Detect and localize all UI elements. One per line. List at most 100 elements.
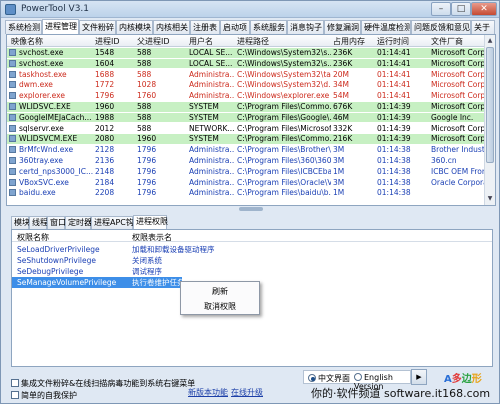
table-cell: 01:14:39 [377,134,411,144]
table-cell: 46M [333,112,350,122]
table-cell: Microsoft Corpor... [431,91,485,101]
subtab-privileges[interactable]: 进程权限 [133,215,168,230]
radio-icon[interactable] [354,373,362,381]
new-features-link[interactable]: 新版本功能 [188,387,228,398]
tab-kernel-modules[interactable]: 内核模块 [116,20,153,34]
list-item[interactable]: SeShutdownPrivilege 关闭系统 [12,255,212,266]
tab-services[interactable]: 系统服务 [250,20,287,34]
process-icon [9,146,16,154]
table-row[interactable]: svchost.exe 1604 588 LOCAL SE... C:\Windows\… [7,58,485,69]
table-cell: 01:14:38 [377,166,411,176]
checkbox-label: 简单的自我保护 [21,391,77,400]
table-row[interactable]: BrMfcWnd.exe 2128 1796 Administra... C:\Prog… [7,145,485,155]
column-header[interactable]: 映像名称 [11,36,43,47]
table-row[interactable]: baidu.exe 2208 1796 Administra... C:\Program… [7,188,485,198]
table-row[interactable]: VBoxSVC.exe 2184 1796 Administra... C:\Progr… [7,177,485,188]
scroll-down-icon[interactable]: ▼ [485,193,495,204]
table-cell: 360.cn [431,156,457,165]
subtab-windows[interactable]: 窗口 [47,216,66,229]
table-cell: C:\Program Files\360\360... [237,156,331,165]
table-cell: C:\Program Files\baidu\b... [237,188,331,198]
maximize-button[interactable]: □ [451,2,471,16]
table-row[interactable]: certd_nps3000_IC... 2148 1796 Administra...… [7,166,485,177]
privilege-description: 执行卷维护任务 [132,278,185,287]
list-item[interactable]: SeDebugPrivilege 调试程序 [12,266,212,277]
radio-icon[interactable] [308,374,316,382]
table-row[interactable]: WLIDSVC.EXE 1960 588 SYSTEM C:\Program Files… [7,102,485,112]
table-cell: 01:14:38 [377,145,411,155]
column-header[interactable]: 用户名 [189,36,213,47]
list-item[interactable]: SeManageVolumePrivilege 执行卷维护任务 [12,277,185,288]
tab-fix-vulnerabilities[interactable]: 修复漏洞 [324,20,361,34]
privilege-description: 关闭系统 [132,256,162,265]
table-cell: 1796 [95,91,115,101]
table-cell: Microsoft Corpor... [431,58,485,68]
site-logo: A多边形 [444,374,482,385]
table-row[interactable]: WLIDSVCM.EXE 2080 1960 SYSTEM C:\Program Fil… [7,134,485,144]
column-header[interactable]: 权限表示名 [132,232,172,243]
column-header[interactable]: 文件厂商 [431,36,463,47]
table-cell: 3M [333,177,345,187]
checkbox-icon[interactable] [11,391,19,399]
scroll-up-icon[interactable]: ▲ [485,35,495,46]
tab-system-check[interactable]: 系统检测 [5,20,42,34]
chinese-radio[interactable]: 中文界面 [308,373,350,384]
tab-message-hooks[interactable]: 消息钩子 [287,20,324,34]
table-row[interactable]: sqlservr.exe 2012 588 NETWORK... C:\Program … [7,123,485,134]
tab-startup[interactable]: 启动项 [220,20,250,34]
tab-hardware-temp[interactable]: 硬件温度检测 [361,20,411,34]
table-cell: 2080 [95,134,115,144]
process-icon [9,70,16,78]
table-row[interactable]: GoogleIMEJaCach... 1988 588 SYSTEM C:\Progra… [7,112,485,123]
tab-about[interactable]: 关于 [471,20,495,34]
table-cell: 01:14:38 [377,177,411,187]
column-header[interactable]: 运行时间 [377,36,409,47]
self-protection-checkbox[interactable]: 简单的自我保护 [11,390,77,401]
table-cell: 1960 [95,102,115,111]
table-cell: 588 [137,69,152,79]
checkbox-icon[interactable] [11,379,19,387]
tab-file-shredder[interactable]: 文件粉碎 [79,20,116,34]
menu-item-refresh[interactable]: 刷新 [181,285,259,298]
tab-feedback[interactable]: 问题反馈和意见箱 [411,20,471,34]
process-icon [9,59,16,67]
column-header[interactable]: 进程路径 [237,36,269,47]
table-cell: Microsoft Corpor... [431,134,485,144]
integrate-context-menu-checkbox[interactable]: 集成文件粉碎&在线扫描病毒功能到系统右键菜单 [11,378,195,389]
subtab-apc-hooks[interactable]: 进程APC钩子 [91,216,142,229]
column-header[interactable]: 父进程ID [137,36,170,47]
table-cell: Administra... [189,177,235,187]
table-cell: C:\Windows\explorer.exe [237,91,330,101]
column-header[interactable]: 进程ID [95,36,120,47]
column-header[interactable]: 占用内存 [333,36,365,47]
menu-item-revoke-privilege[interactable]: 取消权限 [181,300,259,313]
process-icon [9,92,16,100]
window-title: PowerTool V3.1 [21,4,90,14]
list-item[interactable]: SeLoadDriverPrivilege 加载和卸载设备驱动程序 [12,244,215,255]
tab-registry[interactable]: 注册表 [190,20,220,34]
column-header[interactable]: 权限名称 [17,232,49,243]
table-row[interactable]: explorer.exe 1796 1760 Administra... C:\Wind… [7,91,485,101]
subtab-threads[interactable]: 线程 [29,216,48,229]
scroll-thumb[interactable] [486,47,494,163]
table-row[interactable]: 360tray.exe 2136 1796 Administra... C:\Progr… [7,156,485,166]
minimize-button[interactable]: – [431,2,451,16]
tab-process-manager[interactable]: 进程管理 [42,19,79,35]
table-cell: Brother Industri... [431,145,485,155]
go-button[interactable]: ▶ [411,369,427,385]
subtab-timers[interactable]: 定时器 [65,216,92,229]
close-button[interactable]: ✕ [471,2,497,16]
subtab-modules[interactable]: 模块 [11,216,30,229]
table-row[interactable]: svchost.exe 1548 588 LOCAL SE... C:\Windows\… [7,48,485,58]
tab-kernel-related[interactable]: 内核相关 [153,20,190,34]
process-scrollbar[interactable]: ▲ ▼ [484,35,495,205]
online-update-link[interactable]: 在线升级 [231,387,263,398]
privilege-description: 加载和卸载设备驱动程序 [132,245,215,254]
process-list[interactable]: 映像名称 进程ID 父进程ID 用户名 进程路径 占用内存 运行时间 文件厂商 … [6,34,496,206]
panel-splitter[interactable] [239,207,263,211]
table-cell: NETWORK... [189,123,235,133]
table-cell: 1796 [137,145,157,155]
table-row[interactable]: dwm.exe 1772 1028 Administra... C:\Windows\S… [7,80,485,90]
table-cell: sqlservr.exe [19,123,64,133]
table-row[interactable]: taskhost.exe 1688 588 Administra... C:\Windo… [7,69,485,80]
